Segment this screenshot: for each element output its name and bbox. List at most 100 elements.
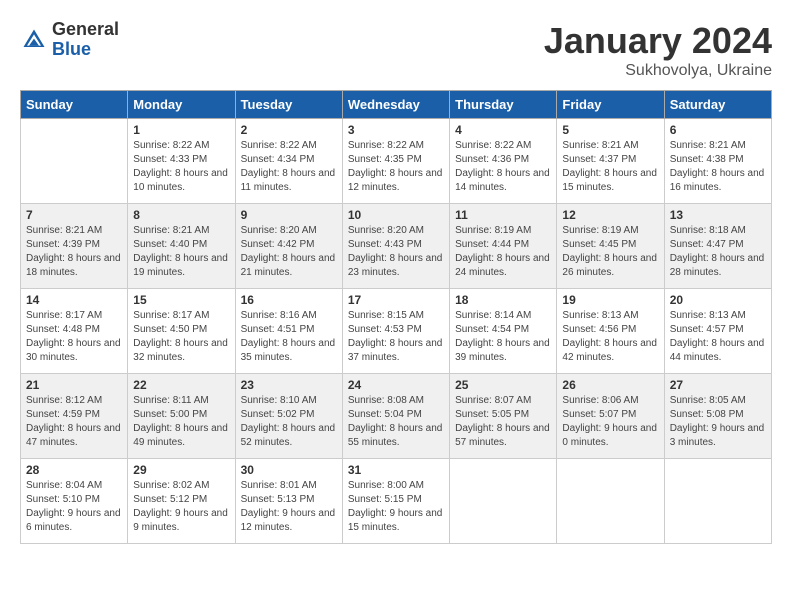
day-number: 21 bbox=[26, 378, 122, 392]
day-info: Sunrise: 8:16 AM Sunset: 4:51 PM Dayligh… bbox=[241, 309, 337, 365]
page: General Blue January 2024 Sukhovolya, Uk… bbox=[0, 0, 792, 554]
day-info: Sunrise: 8:20 AM Sunset: 4:42 PM Dayligh… bbox=[241, 224, 337, 280]
day-number: 6 bbox=[670, 123, 766, 137]
day-info: Sunrise: 8:04 AM Sunset: 5:10 PM Dayligh… bbox=[26, 479, 122, 535]
calendar-cell: 23Sunrise: 8:10 AM Sunset: 5:02 PM Dayli… bbox=[235, 374, 342, 459]
calendar-cell: 19 Sunrise: 8:13 AM Sunset: 4:56 PM Dayli… bbox=[557, 289, 664, 374]
calendar-cell: 16Sunrise: 8:16 AM Sunset: 4:51 PM Dayli… bbox=[235, 289, 342, 374]
calendar-cell: 9 Sunrise: 8:20 AM Sunset: 4:42 PM Daylig… bbox=[235, 204, 342, 289]
calendar-table: SundayMondayTuesdayWednesdayThursdayFrid… bbox=[20, 90, 772, 544]
calendar-cell: 28 Sunrise: 8:04 AM Sunset: 5:10 PM Dayli… bbox=[21, 459, 128, 544]
day-number: 22 bbox=[133, 378, 229, 392]
day-number: 25 bbox=[455, 378, 551, 392]
calendar-cell: 21 Sunrise: 8:12 AM Sunset: 4:59 PM Dayli… bbox=[21, 374, 128, 459]
weekday-header-tuesday: Tuesday bbox=[235, 91, 342, 119]
day-info: Sunrise: 8:01 AM Sunset: 5:13 PM Dayligh… bbox=[241, 479, 337, 535]
calendar-cell: 3Sunrise: 8:22 AM Sunset: 4:35 PM Daylig… bbox=[342, 119, 449, 204]
calendar-cell: 13 Sunrise: 8:18 AM Sunset: 4:47 PM Dayli… bbox=[664, 204, 771, 289]
day-info: Sunrise: 8:17 AM Sunset: 4:48 PM Dayligh… bbox=[26, 309, 122, 365]
day-number: 28 bbox=[26, 463, 122, 477]
logo: General Blue bbox=[20, 20, 119, 60]
logo-text: General Blue bbox=[52, 20, 119, 60]
calendar-cell: 27 Sunrise: 8:05 AM Sunset: 5:08 PM Dayli… bbox=[664, 374, 771, 459]
day-number: 18 bbox=[455, 293, 551, 307]
calendar-cell: 8Sunrise: 8:21 AM Sunset: 4:40 PM Daylig… bbox=[128, 204, 235, 289]
day-info: Sunrise: 8:18 AM Sunset: 4:47 PM Dayligh… bbox=[670, 224, 766, 280]
weekday-header-thursday: Thursday bbox=[450, 91, 557, 119]
calendar-row: 28 Sunrise: 8:04 AM Sunset: 5:10 PM Dayli… bbox=[21, 459, 772, 544]
calendar-cell: 25 Sunrise: 8:07 AM Sunset: 5:05 PM Dayli… bbox=[450, 374, 557, 459]
day-number: 5 bbox=[562, 123, 658, 137]
calendar-cell: 4 Sunrise: 8:22 AM Sunset: 4:36 PM Daylig… bbox=[450, 119, 557, 204]
calendar-cell: 26Sunrise: 8:06 AM Sunset: 5:07 PM Dayli… bbox=[557, 374, 664, 459]
day-number: 10 bbox=[348, 208, 444, 222]
calendar-cell: 7 Sunrise: 8:21 AM Sunset: 4:39 PM Daylig… bbox=[21, 204, 128, 289]
calendar-cell: 11Sunrise: 8:19 AM Sunset: 4:44 PM Dayli… bbox=[450, 204, 557, 289]
day-number: 7 bbox=[26, 208, 122, 222]
day-number: 3 bbox=[348, 123, 444, 137]
calendar-cell: 5Sunrise: 8:21 AM Sunset: 4:37 PM Daylig… bbox=[557, 119, 664, 204]
day-info: Sunrise: 8:22 AM Sunset: 4:33 PM Dayligh… bbox=[133, 139, 229, 195]
day-info: Sunrise: 8:07 AM Sunset: 5:05 PM Dayligh… bbox=[455, 394, 551, 450]
calendar-cell: 14Sunrise: 8:17 AM Sunset: 4:48 PM Dayli… bbox=[21, 289, 128, 374]
day-number: 19 bbox=[562, 293, 658, 307]
day-info: Sunrise: 8:11 AM Sunset: 5:00 PM Dayligh… bbox=[133, 394, 229, 450]
day-number: 1 bbox=[133, 123, 229, 137]
calendar-cell: 12 Sunrise: 8:19 AM Sunset: 4:45 PM Dayli… bbox=[557, 204, 664, 289]
calendar-cell: 2 Sunrise: 8:22 AM Sunset: 4:34 PM Daylig… bbox=[235, 119, 342, 204]
calendar-row: 7 Sunrise: 8:21 AM Sunset: 4:39 PM Daylig… bbox=[21, 204, 772, 289]
day-info: Sunrise: 8:10 AM Sunset: 5:02 PM Dayligh… bbox=[241, 394, 337, 450]
logo-blue-label: Blue bbox=[52, 40, 119, 60]
day-number: 12 bbox=[562, 208, 658, 222]
day-info: Sunrise: 8:21 AM Sunset: 4:40 PM Dayligh… bbox=[133, 224, 229, 280]
day-info: Sunrise: 8:20 AM Sunset: 4:43 PM Dayligh… bbox=[348, 224, 444, 280]
day-info: Sunrise: 8:08 AM Sunset: 5:04 PM Dayligh… bbox=[348, 394, 444, 450]
calendar-cell: 30 Sunrise: 8:01 AM Sunset: 5:13 PM Dayli… bbox=[235, 459, 342, 544]
calendar-cell: 15Sunrise: 8:17 AM Sunset: 4:50 PM Dayli… bbox=[128, 289, 235, 374]
day-number: 2 bbox=[241, 123, 337, 137]
day-number: 4 bbox=[455, 123, 551, 137]
calendar-cell bbox=[664, 459, 771, 544]
day-info: Sunrise: 8:12 AM Sunset: 4:59 PM Dayligh… bbox=[26, 394, 122, 450]
calendar-cell bbox=[557, 459, 664, 544]
weekday-header-wednesday: Wednesday bbox=[342, 91, 449, 119]
logo-icon bbox=[20, 26, 48, 54]
day-info: Sunrise: 8:22 AM Sunset: 4:36 PM Dayligh… bbox=[455, 139, 551, 195]
weekday-header-friday: Friday bbox=[557, 91, 664, 119]
day-info: Sunrise: 8:05 AM Sunset: 5:08 PM Dayligh… bbox=[670, 394, 766, 450]
header: General Blue January 2024 Sukhovolya, Uk… bbox=[20, 20, 772, 80]
day-number: 13 bbox=[670, 208, 766, 222]
day-number: 30 bbox=[241, 463, 337, 477]
day-number: 31 bbox=[348, 463, 444, 477]
day-info: Sunrise: 8:13 AM Sunset: 4:56 PM Dayligh… bbox=[562, 309, 658, 365]
calendar-cell: 20 Sunrise: 8:13 AM Sunset: 4:57 PM Dayli… bbox=[664, 289, 771, 374]
calendar-cell: 1 Sunrise: 8:22 AM Sunset: 4:33 PM Daylig… bbox=[128, 119, 235, 204]
day-info: Sunrise: 8:13 AM Sunset: 4:57 PM Dayligh… bbox=[670, 309, 766, 365]
day-number: 24 bbox=[348, 378, 444, 392]
day-number: 9 bbox=[241, 208, 337, 222]
day-number: 20 bbox=[670, 293, 766, 307]
day-number: 29 bbox=[133, 463, 229, 477]
calendar-cell: 6Sunrise: 8:21 AM Sunset: 4:38 PM Daylig… bbox=[664, 119, 771, 204]
day-info: Sunrise: 8:22 AM Sunset: 4:34 PM Dayligh… bbox=[241, 139, 337, 195]
title-block: January 2024 Sukhovolya, Ukraine bbox=[544, 20, 772, 80]
day-info: Sunrise: 8:21 AM Sunset: 4:39 PM Dayligh… bbox=[26, 224, 122, 280]
day-number: 26 bbox=[562, 378, 658, 392]
weekday-header-saturday: Saturday bbox=[664, 91, 771, 119]
calendar-cell: 29 Sunrise: 8:02 AM Sunset: 5:12 PM Dayli… bbox=[128, 459, 235, 544]
calendar-cell: 10 Sunrise: 8:20 AM Sunset: 4:43 PM Dayli… bbox=[342, 204, 449, 289]
calendar-cell: 18Sunrise: 8:14 AM Sunset: 4:54 PM Dayli… bbox=[450, 289, 557, 374]
calendar-cell: 17Sunrise: 8:15 AM Sunset: 4:53 PM Dayli… bbox=[342, 289, 449, 374]
logo-general-label: General bbox=[52, 20, 119, 40]
day-info: Sunrise: 8:02 AM Sunset: 5:12 PM Dayligh… bbox=[133, 479, 229, 535]
day-info: Sunrise: 8:00 AM Sunset: 5:15 PM Dayligh… bbox=[348, 479, 444, 535]
weekday-header-monday: Monday bbox=[128, 91, 235, 119]
calendar-cell: 22 Sunrise: 8:11 AM Sunset: 5:00 PM Dayli… bbox=[128, 374, 235, 459]
calendar-row: 1 Sunrise: 8:22 AM Sunset: 4:33 PM Daylig… bbox=[21, 119, 772, 204]
calendar-cell: 24 Sunrise: 8:08 AM Sunset: 5:04 PM Dayli… bbox=[342, 374, 449, 459]
day-info: Sunrise: 8:19 AM Sunset: 4:45 PM Dayligh… bbox=[562, 224, 658, 280]
calendar-cell bbox=[21, 119, 128, 204]
calendar-row: 21 Sunrise: 8:12 AM Sunset: 4:59 PM Dayli… bbox=[21, 374, 772, 459]
day-number: 27 bbox=[670, 378, 766, 392]
day-info: Sunrise: 8:17 AM Sunset: 4:50 PM Dayligh… bbox=[133, 309, 229, 365]
